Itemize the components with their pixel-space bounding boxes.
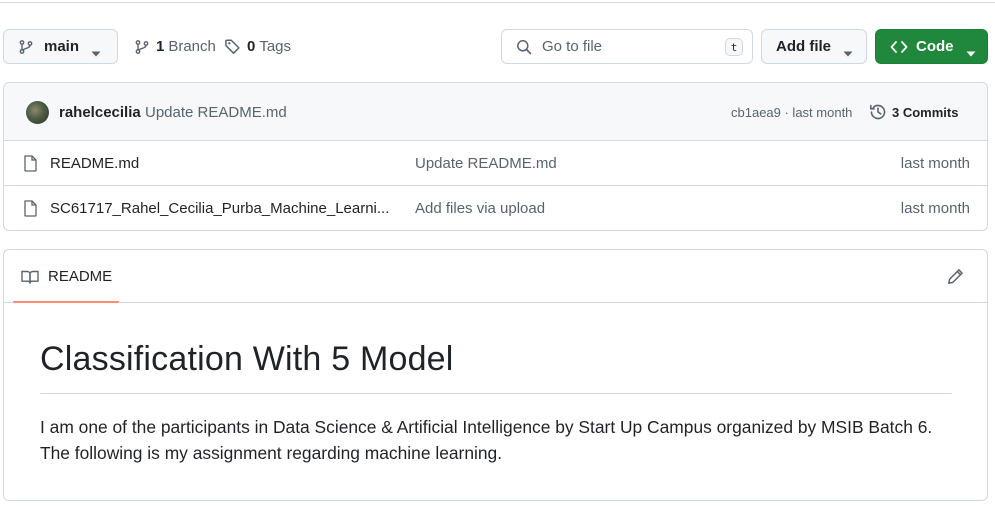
add-file-button[interactable]: Add file <box>761 29 867 64</box>
keyboard-shortcut-hint: t <box>725 38 743 56</box>
pencil-icon[interactable] <box>947 268 964 285</box>
readme-header: README <box>4 250 987 303</box>
file-name-link[interactable]: SC61717_Rahel_Cecilia_Purba_Machine_Lear… <box>50 200 389 217</box>
file-name-link[interactable]: README.md <box>50 155 139 172</box>
tags-count: 0 <box>247 38 256 55</box>
commit-sha-time[interactable]: cb1aea9 · last month <box>731 105 852 120</box>
avatar[interactable] <box>26 101 49 124</box>
git-branch-icon <box>134 39 150 55</box>
readme-title: Classification With 5 Model <box>40 340 454 378</box>
branches-label: Branch <box>168 38 216 55</box>
chevron-down-icon <box>91 44 101 61</box>
title-divider <box>40 393 952 394</box>
readme-tab-label: README <box>48 268 113 285</box>
history-icon <box>869 103 887 121</box>
file-icon <box>23 155 38 172</box>
code-icon <box>890 40 908 54</box>
commits-history-link[interactable]: 3 Commits <box>869 103 958 121</box>
branch-selector-button[interactable]: main <box>3 29 118 64</box>
search-placeholder: Go to file <box>542 38 603 55</box>
readme-paragraph: I am one of the participants in Data Sci… <box>40 417 933 463</box>
code-button[interactable]: Code <box>875 29 988 64</box>
commit-message-link[interactable]: Update README.md <box>145 104 287 121</box>
commits-count-label: 3 Commits <box>892 104 959 120</box>
branches-link[interactable]: 1 Branch <box>134 38 216 55</box>
book-icon <box>21 269 39 285</box>
top-divider <box>0 2 995 3</box>
tags-label: Tags <box>259 38 292 55</box>
git-branch-icon <box>18 39 34 55</box>
file-row[interactable]: SC61717_Rahel_Cecilia_Purba_Machine_Lear… <box>4 186 987 230</box>
tags-link[interactable]: 0 Tags <box>224 38 291 55</box>
add-file-label: Add file <box>776 38 831 55</box>
file-commit-message-link[interactable]: Add files via upload <box>415 200 545 217</box>
file-commit-time: last month <box>900 200 970 217</box>
active-tab-indicator <box>13 301 119 303</box>
readme-panel: README Classification With 5 Model I am … <box>3 249 988 501</box>
chevron-down-icon <box>843 44 853 61</box>
tab-readme[interactable]: README <box>13 250 119 303</box>
chevron-down-icon <box>966 44 976 61</box>
file-commit-time: last month <box>900 155 970 172</box>
search-icon <box>516 39 532 55</box>
file-row[interactable]: README.md Update README.md last month <box>4 141 987 186</box>
branch-name: main <box>44 38 80 55</box>
go-to-file-input[interactable]: Go to file t <box>501 29 753 64</box>
code-label: Code <box>916 38 954 55</box>
file-icon <box>23 200 38 217</box>
latest-commit-bar: rahelcecilia Update README.md cb1aea9 · … <box>4 83 987 141</box>
file-listing: rahelcecilia Update README.md cb1aea9 · … <box>3 82 988 231</box>
branches-count: 1 <box>156 38 165 55</box>
tag-icon <box>224 38 241 55</box>
commit-author-link[interactable]: rahelcecilia <box>59 104 141 121</box>
file-commit-message-link[interactable]: Update README.md <box>415 155 557 172</box>
